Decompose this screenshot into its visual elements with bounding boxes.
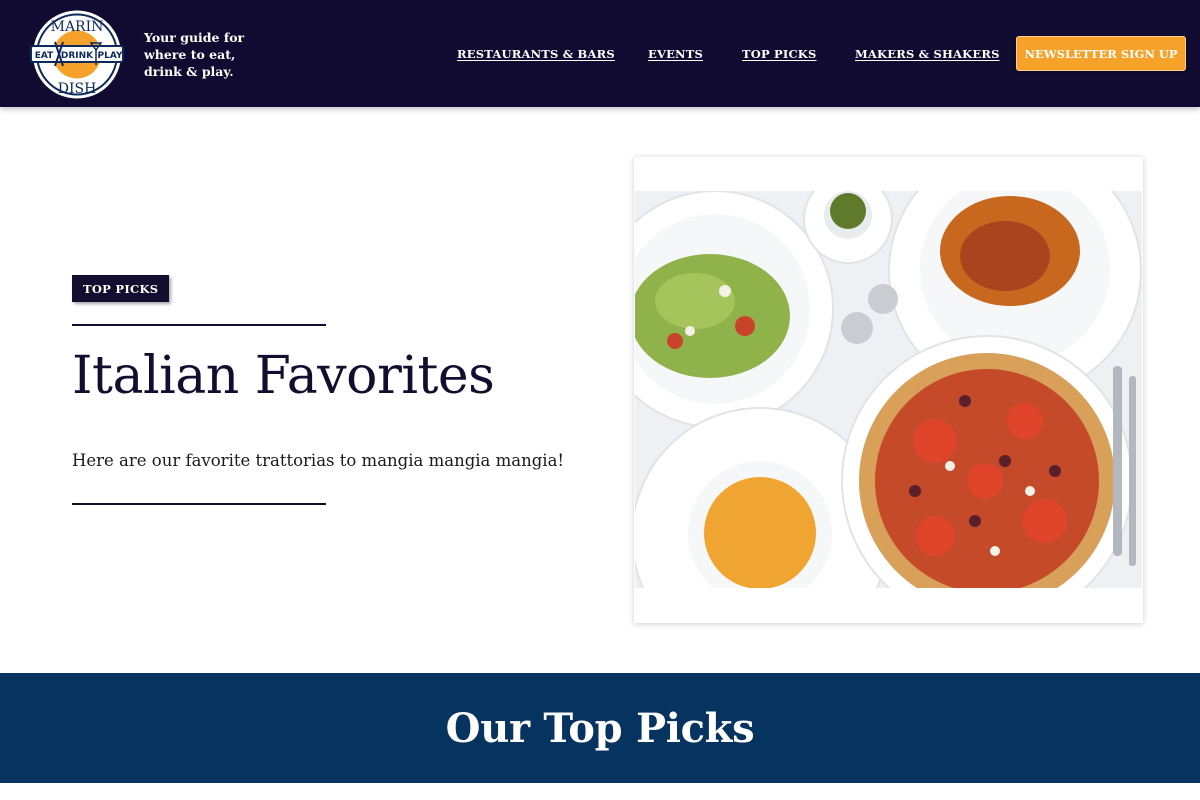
newsletter-signup-button[interactable]: NEWSLETTER SIGN UP [1016, 36, 1186, 71]
page-description: Here are our favorite trattorias to mang… [72, 451, 565, 470]
section-title: Our Top Picks [445, 704, 755, 752]
logo-text-top: MARIN [51, 19, 104, 35]
site-tagline: Your guide for where to eat, drink & pla… [144, 30, 245, 79]
nav-top-picks[interactable]: TOP PICKS [742, 47, 817, 61]
top-picks-section: Our Top Picks [0, 673, 1200, 783]
category-badge[interactable]: TOP PICKS [72, 275, 170, 302]
italian-food-photo [635, 191, 1142, 588]
hero-image-card [634, 157, 1143, 623]
logo-text-bottom: DISH [58, 81, 97, 97]
nav-events[interactable]: EVENTS [648, 47, 703, 61]
logo-text-eat: EAT [35, 51, 54, 61]
logo-text-play: PLAY [98, 51, 123, 61]
marin-dish-logo[interactable]: MARIN EAT DRINK PLAY DISH [28, 9, 126, 100]
divider-bottom [72, 503, 326, 505]
site-header: MARIN EAT DRINK PLAY DISH Your guide for… [0, 0, 1200, 107]
nav-restaurants-bars[interactable]: RESTAURANTS & BARS [457, 47, 615, 61]
logo-text-drink: DRINK [61, 51, 94, 61]
divider-top [72, 324, 326, 326]
nav-makers-shakers[interactable]: MAKERS & SHAKERS [855, 47, 1000, 61]
page-title: Italian Favorites [72, 346, 495, 406]
